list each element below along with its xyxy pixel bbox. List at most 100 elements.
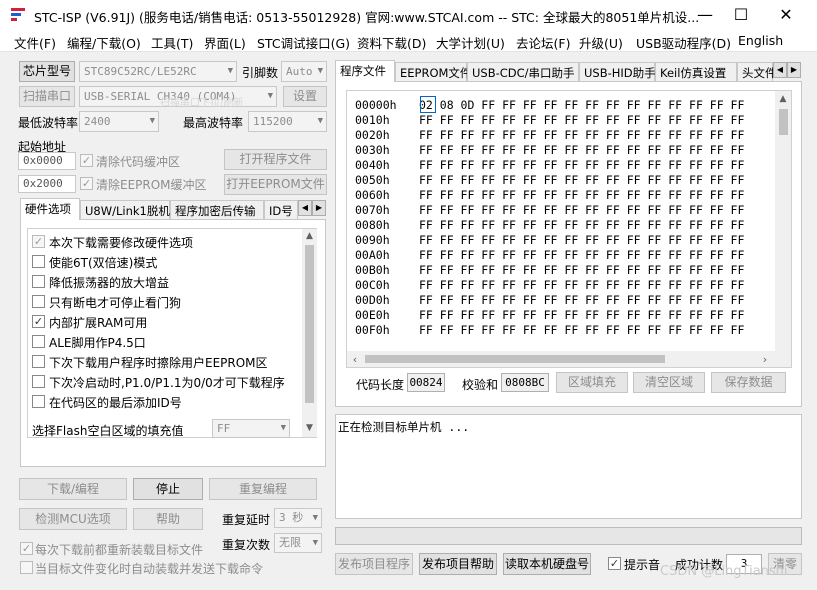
menu-debug[interactable]: STC调试接口(G) <box>257 33 350 52</box>
scan-port-button[interactable]: 扫描串口 <box>19 86 75 107</box>
auto-send-checkbox[interactable] <box>20 561 33 574</box>
scroll-thumb[interactable] <box>305 245 314 403</box>
chip-type-select[interactable]: STC89C52RC/LE52RC ▼ <box>79 61 237 82</box>
scroll-down-icon[interactable]: ▼ <box>302 423 317 433</box>
scroll-right-icon[interactable]: › <box>759 353 771 366</box>
hex-bytes: FF FF FF FF FF FF FF FF FF FF FF FF FF F… <box>419 293 745 307</box>
hex-address: 0010h <box>355 113 390 127</box>
menu-english[interactable]: English <box>738 33 783 48</box>
menu-university[interactable]: 大学计划(U) <box>436 33 505 52</box>
publish-help-button[interactable]: 发布项目帮助 <box>419 553 497 575</box>
hex-address: 00C0h <box>355 278 390 292</box>
option-checkbox[interactable]: ✓ <box>32 235 45 248</box>
hex-bytes: FF FF FF FF FF FF FF FF FF FF FF FF FF F… <box>419 188 745 202</box>
option-label: 本次下载需要修改硬件选项 <box>49 236 194 250</box>
pins-select[interactable]: Auto ▼ <box>281 61 327 82</box>
help-button[interactable]: 帮助 <box>133 508 203 530</box>
detect-mcu-button[interactable]: 检测MCU选项 <box>19 508 127 530</box>
tab-serial-assistant[interactable]: USB-CDC/串口助手 <box>467 62 579 82</box>
option-checkbox[interactable] <box>32 295 45 308</box>
option-label: 内部扩展RAM可用 <box>49 316 148 330</box>
menu-tools[interactable]: 工具(T) <box>151 33 193 52</box>
tab-header-file[interactable]: 头文件 <box>737 62 777 82</box>
tab-hardware-options[interactable]: 硬件选项 <box>20 198 80 220</box>
log-output[interactable]: 正在检测目标单片机 ... <box>335 414 802 519</box>
repeat-delay-select[interactable]: 3 秒 ▼ <box>274 508 322 528</box>
open-program-button[interactable]: 打开程序文件 <box>224 149 327 170</box>
hex-horizontal-scrollbar[interactable]: ‹ › <box>347 351 791 367</box>
tab-scroll-left-icon[interactable]: ◀ <box>773 62 787 78</box>
chevron-down-icon: ▼ <box>312 513 318 523</box>
option-checkbox[interactable] <box>32 275 45 288</box>
option-label: 下次冷启动时,P1.0/P1.1为0/0才可下载程序 <box>49 376 285 390</box>
scroll-thumb[interactable] <box>365 355 665 363</box>
close-button[interactable]: ✕ <box>763 0 809 30</box>
download-button[interactable]: 下载/编程 <box>19 478 127 500</box>
hex-vertical-scrollbar[interactable]: ▲ <box>775 91 791 351</box>
save-data-button[interactable]: 保存数据 <box>711 372 786 393</box>
clear-area-button[interactable]: 清空区域 <box>633 372 705 393</box>
hex-view[interactable]: 00000h 02 08 0D FF FF FF FF FF FF FF FF F… <box>346 90 792 368</box>
min-baud-value: 2400 <box>84 115 111 128</box>
clear-eeprom-checkbox[interactable]: ✓ <box>80 177 93 190</box>
fill-area-button[interactable]: 区域填充 <box>556 372 628 393</box>
sound-checkbox[interactable]: ✓ <box>608 557 621 570</box>
menu-download[interactable]: 资料下载(D) <box>357 33 426 52</box>
reload-checkbox[interactable]: ✓ <box>20 542 33 555</box>
hex-address: 00F0h <box>355 323 390 337</box>
code-addr-field[interactable]: 0x0000 <box>18 152 76 170</box>
open-eeprom-button[interactable]: 打开EEPROM文件 <box>224 174 327 195</box>
option-checkbox[interactable] <box>32 255 45 268</box>
hex-bytes: FF FF FF FF FF FF FF FF FF FF FF FF FF F… <box>419 158 745 172</box>
option-checkbox[interactable] <box>32 335 45 348</box>
maximize-button[interactable]: ☐ <box>718 0 764 30</box>
repeat-count-select[interactable]: 无限 ▼ <box>274 533 322 553</box>
tab-keil-settings[interactable]: Keil仿真设置 <box>655 62 737 82</box>
menu-upgrade[interactable]: 升级(U) <box>579 33 623 52</box>
stop-button[interactable]: 停止 <box>133 478 203 500</box>
option-label: 降低振荡器的放大增益 <box>49 276 170 290</box>
chevron-down-icon: ▼ <box>280 423 286 433</box>
tab-scroll-right-icon[interactable]: ▶ <box>312 200 326 216</box>
eeprom-addr-field[interactable]: 0x2000 <box>18 175 76 193</box>
max-baud-value: 115200 <box>253 115 293 128</box>
tab-scroll-left-icon[interactable]: ◀ <box>298 200 312 216</box>
hex-bytes: FF FF FF FF FF FF FF FF FF FF FF FF FF F… <box>419 218 745 232</box>
clear-code-checkbox[interactable]: ✓ <box>80 154 93 167</box>
read-disk-button[interactable]: 读取本机硬盘号 <box>503 553 591 575</box>
max-baud-select[interactable]: 115200 ▼ <box>248 111 327 132</box>
fill-value-label: 选择Flash空白区域的填充值 <box>32 424 184 438</box>
menu-usb-driver[interactable]: USB驱动程序(D) <box>636 33 731 52</box>
tab-scroll-right-icon[interactable]: ▶ <box>787 62 801 78</box>
options-scrollbar[interactable]: ▲ ▼ <box>302 229 317 437</box>
fill-value-select[interactable]: FF ▼ <box>212 419 290 438</box>
menu-program[interactable]: 编程/下载(O) <box>67 33 141 52</box>
tab-u8w-offline[interactable]: U8W/Link1脱机 <box>80 200 170 220</box>
chip-type-button[interactable]: 芯片型号 <box>19 61 75 82</box>
scroll-up-icon[interactable]: ▲ <box>302 231 317 241</box>
tab-id[interactable]: ID号 <box>264 200 298 220</box>
scroll-up-icon[interactable]: ▲ <box>775 94 791 104</box>
tab-program-file[interactable]: 程序文件 <box>335 60 395 82</box>
menu-interface[interactable]: 界面(L) <box>204 33 246 52</box>
tab-eeprom-file[interactable]: EEPROM文件 <box>395 62 471 82</box>
option-checkbox[interactable] <box>32 375 45 388</box>
min-baud-select[interactable]: 2400 ▼ <box>79 111 159 132</box>
option-checkbox[interactable] <box>32 395 45 408</box>
settings-button[interactable]: 设置 <box>283 86 327 107</box>
chevron-down-icon: ▼ <box>317 116 323 126</box>
scroll-thumb[interactable] <box>779 109 788 135</box>
scroll-left-icon[interactable]: ‹ <box>349 353 361 366</box>
tab-encrypted-transfer[interactable]: 程序加密后传输 <box>170 200 264 220</box>
tab-hid-assistant[interactable]: USB-HID助手 <box>579 62 656 82</box>
max-baud-label: 最高波特率 <box>183 116 244 130</box>
publish-project-button[interactable]: 发布项目程序 <box>335 553 413 575</box>
hex-bytes: FF FF FF FF FF FF FF FF FF FF FF FF FF F… <box>419 323 745 337</box>
chevron-down-icon: ▼ <box>312 538 318 548</box>
menu-forum[interactable]: 去论坛(F) <box>516 33 570 52</box>
option-checkbox[interactable]: ✓ <box>32 315 45 328</box>
option-checkbox[interactable] <box>32 355 45 368</box>
reprogram-button[interactable]: 重复编程 <box>209 478 317 500</box>
menu-file[interactable]: 文件(F) <box>14 33 56 52</box>
hex-bytes: FF FF FF FF FF FF FF FF FF FF FF FF FF F… <box>419 263 745 277</box>
